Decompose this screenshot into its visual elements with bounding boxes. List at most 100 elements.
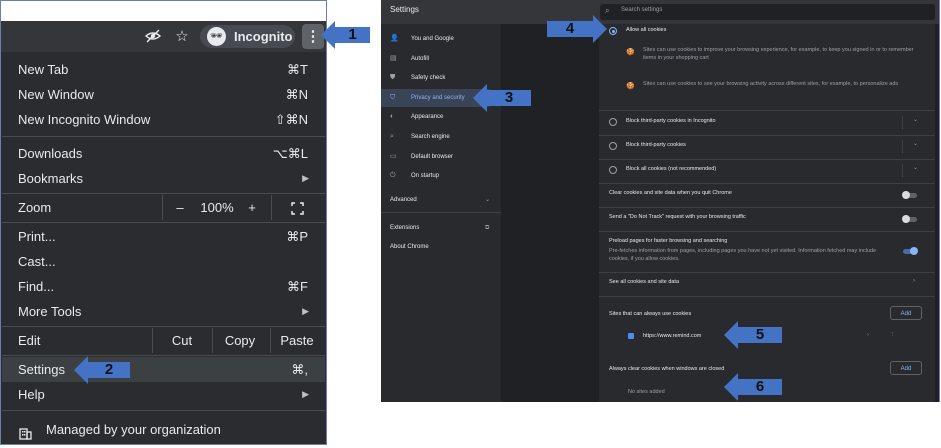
menu-item-help[interactable]: Help ▶ (2, 382, 325, 407)
cut-button[interactable]: Cut (157, 328, 207, 353)
menu-item-settings[interactable]: Settings ⌘, (2, 357, 325, 382)
menu-item-shortcut: ⌘T (287, 62, 308, 77)
fullscreen-icon[interactable] (285, 195, 309, 220)
sidebar-item-on-startup[interactable]: ⏻ On startup (381, 167, 501, 185)
radio-button[interactable] (609, 142, 617, 150)
cookie-info-row: 🍪 Sites can use cookies to see your brow… (599, 78, 935, 100)
sidebar-item-autofill[interactable]: ▤ Autofill (381, 50, 501, 68)
sidebar-item-label: About Chrome (390, 244, 429, 250)
sidebar-item-about[interactable]: About Chrome (381, 238, 501, 256)
menu-divider (2, 355, 325, 356)
zoom-in-button[interactable]: + (242, 195, 262, 220)
browser-toolbar: ☆ 🕶 Incognito ⋮ (1, 21, 326, 52)
menu-item-find[interactable]: Find... ⌘F (2, 274, 325, 299)
paste-button[interactable]: Paste (272, 328, 322, 353)
menu-item-label: New Window (18, 87, 94, 102)
menu-item-label: Bookmarks (18, 171, 84, 186)
radio-label: Block all cookies (not recommended) (626, 166, 717, 172)
menu-item-bookmarks[interactable]: Bookmarks ▶ (2, 166, 325, 191)
do-not-track-toggle[interactable] (902, 215, 917, 223)
row-divider (599, 296, 935, 297)
setting-label: See all cookies and site data (609, 279, 680, 285)
browser-top-strip (1, 1, 326, 21)
sidebar-item-search-engine[interactable]: ⌕ Search engine (381, 128, 501, 146)
search-input[interactable]: ⌕ Search settings (600, 4, 935, 20)
row-divider (599, 272, 935, 273)
row-divider (599, 183, 935, 184)
menu-item-downloads[interactable]: Downloads ⌥⌘L (2, 141, 325, 166)
sidebar-item-extensions[interactable]: Extensions ⧉ (381, 219, 501, 237)
menu-item-label: New Tab (18, 62, 69, 77)
sidebar-item-advanced[interactable]: Advanced ⌄ (381, 191, 501, 209)
menu-item-edit: Edit Cut Copy Paste (2, 328, 325, 353)
menu-item-print[interactable]: Print... ⌘P (2, 224, 325, 249)
submenu-arrow-icon: ▶ (302, 306, 309, 316)
menu-item-cast[interactable]: Cast... (2, 249, 325, 274)
settings-window: Settings ⌕ Search settings 👤 You and Goo… (381, 0, 940, 402)
menu-item-shortcut: ⌥⌘L (272, 146, 308, 161)
menu-item-more-tools[interactable]: More Tools ▶ (2, 299, 325, 324)
radio-button[interactable] (609, 118, 617, 126)
radio-label: Allow all cookies (626, 27, 667, 33)
sidebar-item-you-and-google[interactable]: 👤 You and Google (381, 30, 501, 48)
settings-header: Settings ⌕ Search settings (381, 0, 939, 24)
chevron-right-icon[interactable]: › (867, 332, 869, 338)
add-always-clear-button[interactable]: Add (890, 361, 922, 375)
step-1-arrow: 1 (321, 21, 370, 49)
setting-description: Pre-fetches information from pages, incl… (609, 248, 877, 262)
info-text: Sites can use cookies to see your browsi… (643, 81, 899, 87)
copy-button[interactable]: Copy (215, 328, 265, 353)
chevron-down-icon[interactable]: ⌄ (913, 140, 918, 147)
incognito-icon: 🕶 (207, 27, 226, 46)
chrome-main-menu: ☆ 🕶 Incognito ⋮ New Tab ⌘T New Window ⌘N… (0, 0, 327, 445)
see-all-cookies-row[interactable]: See all cookies and site data › (599, 275, 935, 293)
clear-on-quit-toggle[interactable] (902, 191, 917, 199)
section-title: Always clear cookies when windows are cl… (609, 366, 725, 372)
row-divider (599, 110, 935, 111)
eye-off-icon[interactable] (144, 28, 162, 46)
radio-button[interactable] (609, 27, 617, 35)
menu-item-shortcut: ⌘F (287, 279, 308, 294)
star-icon[interactable]: ☆ (173, 28, 191, 46)
site-favicon-icon (628, 333, 634, 339)
preload-toggle[interactable] (903, 247, 918, 255)
site-url: https://www.remind.com (643, 333, 702, 339)
radio-block-all-cookies[interactable]: Block all cookies (not recommended) ⌄ (599, 162, 935, 180)
menu-item-new-incognito-window[interactable]: New Incognito Window ⇧⌘N (2, 107, 325, 132)
menu-item-label: New Incognito Window (18, 112, 151, 127)
radio-button[interactable] (609, 166, 617, 174)
more-vert-icon[interactable]: ⋮ (890, 332, 896, 338)
zoom-separator (162, 195, 163, 220)
submenu-arrow-icon: ▶ (302, 389, 309, 399)
radio-label: Block third-party cookies (626, 142, 686, 148)
add-always-use-button[interactable]: Add (890, 306, 922, 320)
menu-item-shortcut: ⌘P (286, 229, 308, 244)
sidebar-item-default-browser[interactable]: ▭ Default browser (381, 148, 501, 166)
menu-item-new-window[interactable]: New Window ⌘N (2, 82, 325, 107)
radio-allow-all-cookies[interactable]: Allow all cookies (599, 24, 935, 42)
zoom-out-button[interactable]: – (170, 195, 190, 220)
preload-row[interactable]: Preload pages for faster browsing and se… (599, 234, 935, 270)
menu-divider (2, 326, 325, 327)
cookie-settings-panel: Allow all cookies 🍪 Sites can use cookie… (599, 24, 935, 402)
always-use-section: Sites that can always use cookies Add (599, 306, 935, 324)
step-4-arrow: 4 (547, 15, 607, 43)
menu-item-managed[interactable]: Managed by your organization (2, 417, 325, 442)
incognito-indicator[interactable]: 🕶 Incognito (200, 25, 295, 48)
chevron-down-icon[interactable]: ⌄ (913, 116, 918, 123)
clear-on-quit-row[interactable]: Clear cookies and site data when you qui… (599, 186, 935, 204)
menu-item-new-tab[interactable]: New Tab ⌘T (2, 57, 325, 82)
do-not-track-row[interactable]: Send a "Do Not Track" request with your … (599, 210, 935, 228)
row-separator (902, 116, 903, 130)
shield-icon: ⛉ (390, 94, 396, 101)
incognito-label: Incognito (234, 29, 293, 44)
radio-block-third-party-incognito[interactable]: Block third-party cookies in Incognito ⌄ (599, 114, 935, 132)
clipboard-icon: ▤ (390, 55, 397, 62)
section-title: Sites that can always use cookies (609, 311, 692, 317)
sidebar-item-label: Appearance (411, 114, 444, 120)
menu-item-label: More Tools (18, 304, 82, 319)
edit-separator (270, 328, 271, 353)
chevron-down-icon[interactable]: ⌄ (913, 164, 918, 171)
radio-block-third-party[interactable]: Block third-party cookies ⌄ (599, 138, 935, 156)
step-number: 1 (348, 26, 357, 43)
